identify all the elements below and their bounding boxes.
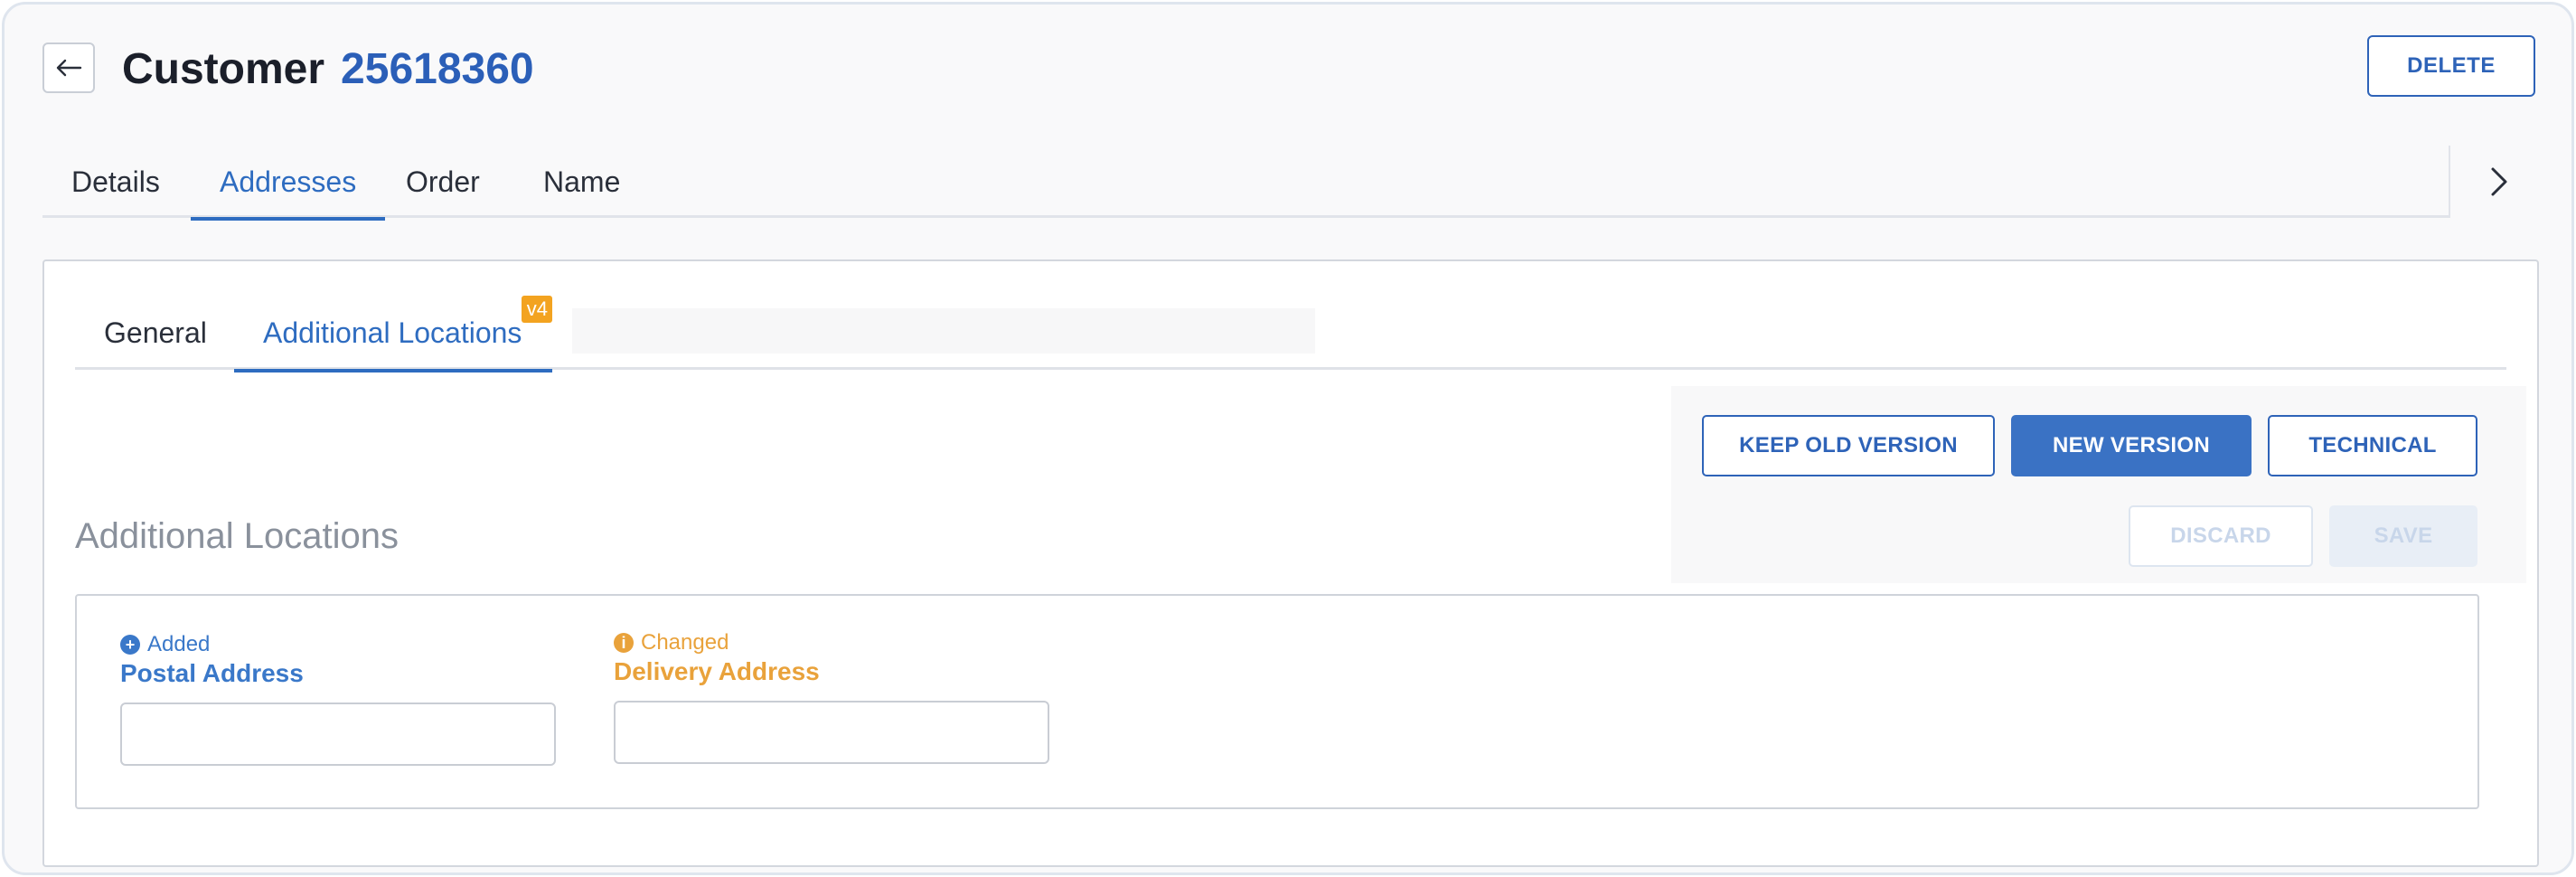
section-title: Additional Locations xyxy=(75,516,400,556)
status-changed: i Changed xyxy=(614,630,729,655)
status-added-label: Added xyxy=(147,632,211,656)
address-fields: + Added Postal Address i Changed Deliver… xyxy=(75,594,2479,809)
tab-name[interactable]: Name xyxy=(514,146,649,218)
version-badge: v4 xyxy=(522,296,553,323)
tab-addresses[interactable]: Addresses xyxy=(191,146,386,221)
technical-button[interactable]: TECHNICAL xyxy=(2268,415,2477,476)
discard-button[interactable]: DISCARD xyxy=(2129,505,2313,567)
tab-order[interactable]: Order xyxy=(377,146,509,218)
plus-circle-icon: + xyxy=(120,635,140,655)
arrow-left-icon xyxy=(56,59,82,77)
top-tab-bar: Details Addresses Order Name xyxy=(42,146,2449,221)
tab-bar-placeholder xyxy=(572,308,1315,354)
subtab-general[interactable]: General xyxy=(75,296,236,370)
customer-window: Customer 25618360 DELETE Details Address… xyxy=(2,2,2574,875)
tab-details[interactable]: Details xyxy=(42,146,189,218)
back-button[interactable] xyxy=(42,42,95,93)
status-added: + Added xyxy=(120,632,210,657)
chevron-right-icon xyxy=(2491,167,2507,196)
postal-address-label: Postal Address xyxy=(120,659,304,687)
addresses-panel: General Additional Locations v4 KEEP OLD… xyxy=(42,259,2539,867)
page-title-label: Customer xyxy=(122,44,325,93)
customer-id: 25618360 xyxy=(341,44,534,93)
tab-scroll-right-button[interactable] xyxy=(2449,146,2548,218)
subtab-additional-locations-label: Additional Locations xyxy=(263,316,522,349)
delete-button[interactable]: DELETE xyxy=(2367,35,2535,97)
info-circle-icon: i xyxy=(614,633,634,653)
delivery-address-input[interactable] xyxy=(614,701,1049,764)
page-title: Customer 25618360 xyxy=(122,41,534,97)
new-version-button[interactable]: NEW VERSION xyxy=(2011,415,2252,476)
postal-address-input[interactable] xyxy=(120,703,556,766)
save-button[interactable]: SAVE xyxy=(2329,505,2477,567)
delivery-address-label: Delivery Address xyxy=(614,657,820,685)
keep-old-version-button[interactable]: KEEP OLD VERSION xyxy=(1702,415,1995,476)
subtab-additional-locations[interactable]: Additional Locations v4 xyxy=(234,296,553,372)
status-changed-label: Changed xyxy=(641,630,729,655)
version-actions: KEEP OLD VERSION NEW VERSION TECHNICAL D… xyxy=(1671,386,2526,583)
